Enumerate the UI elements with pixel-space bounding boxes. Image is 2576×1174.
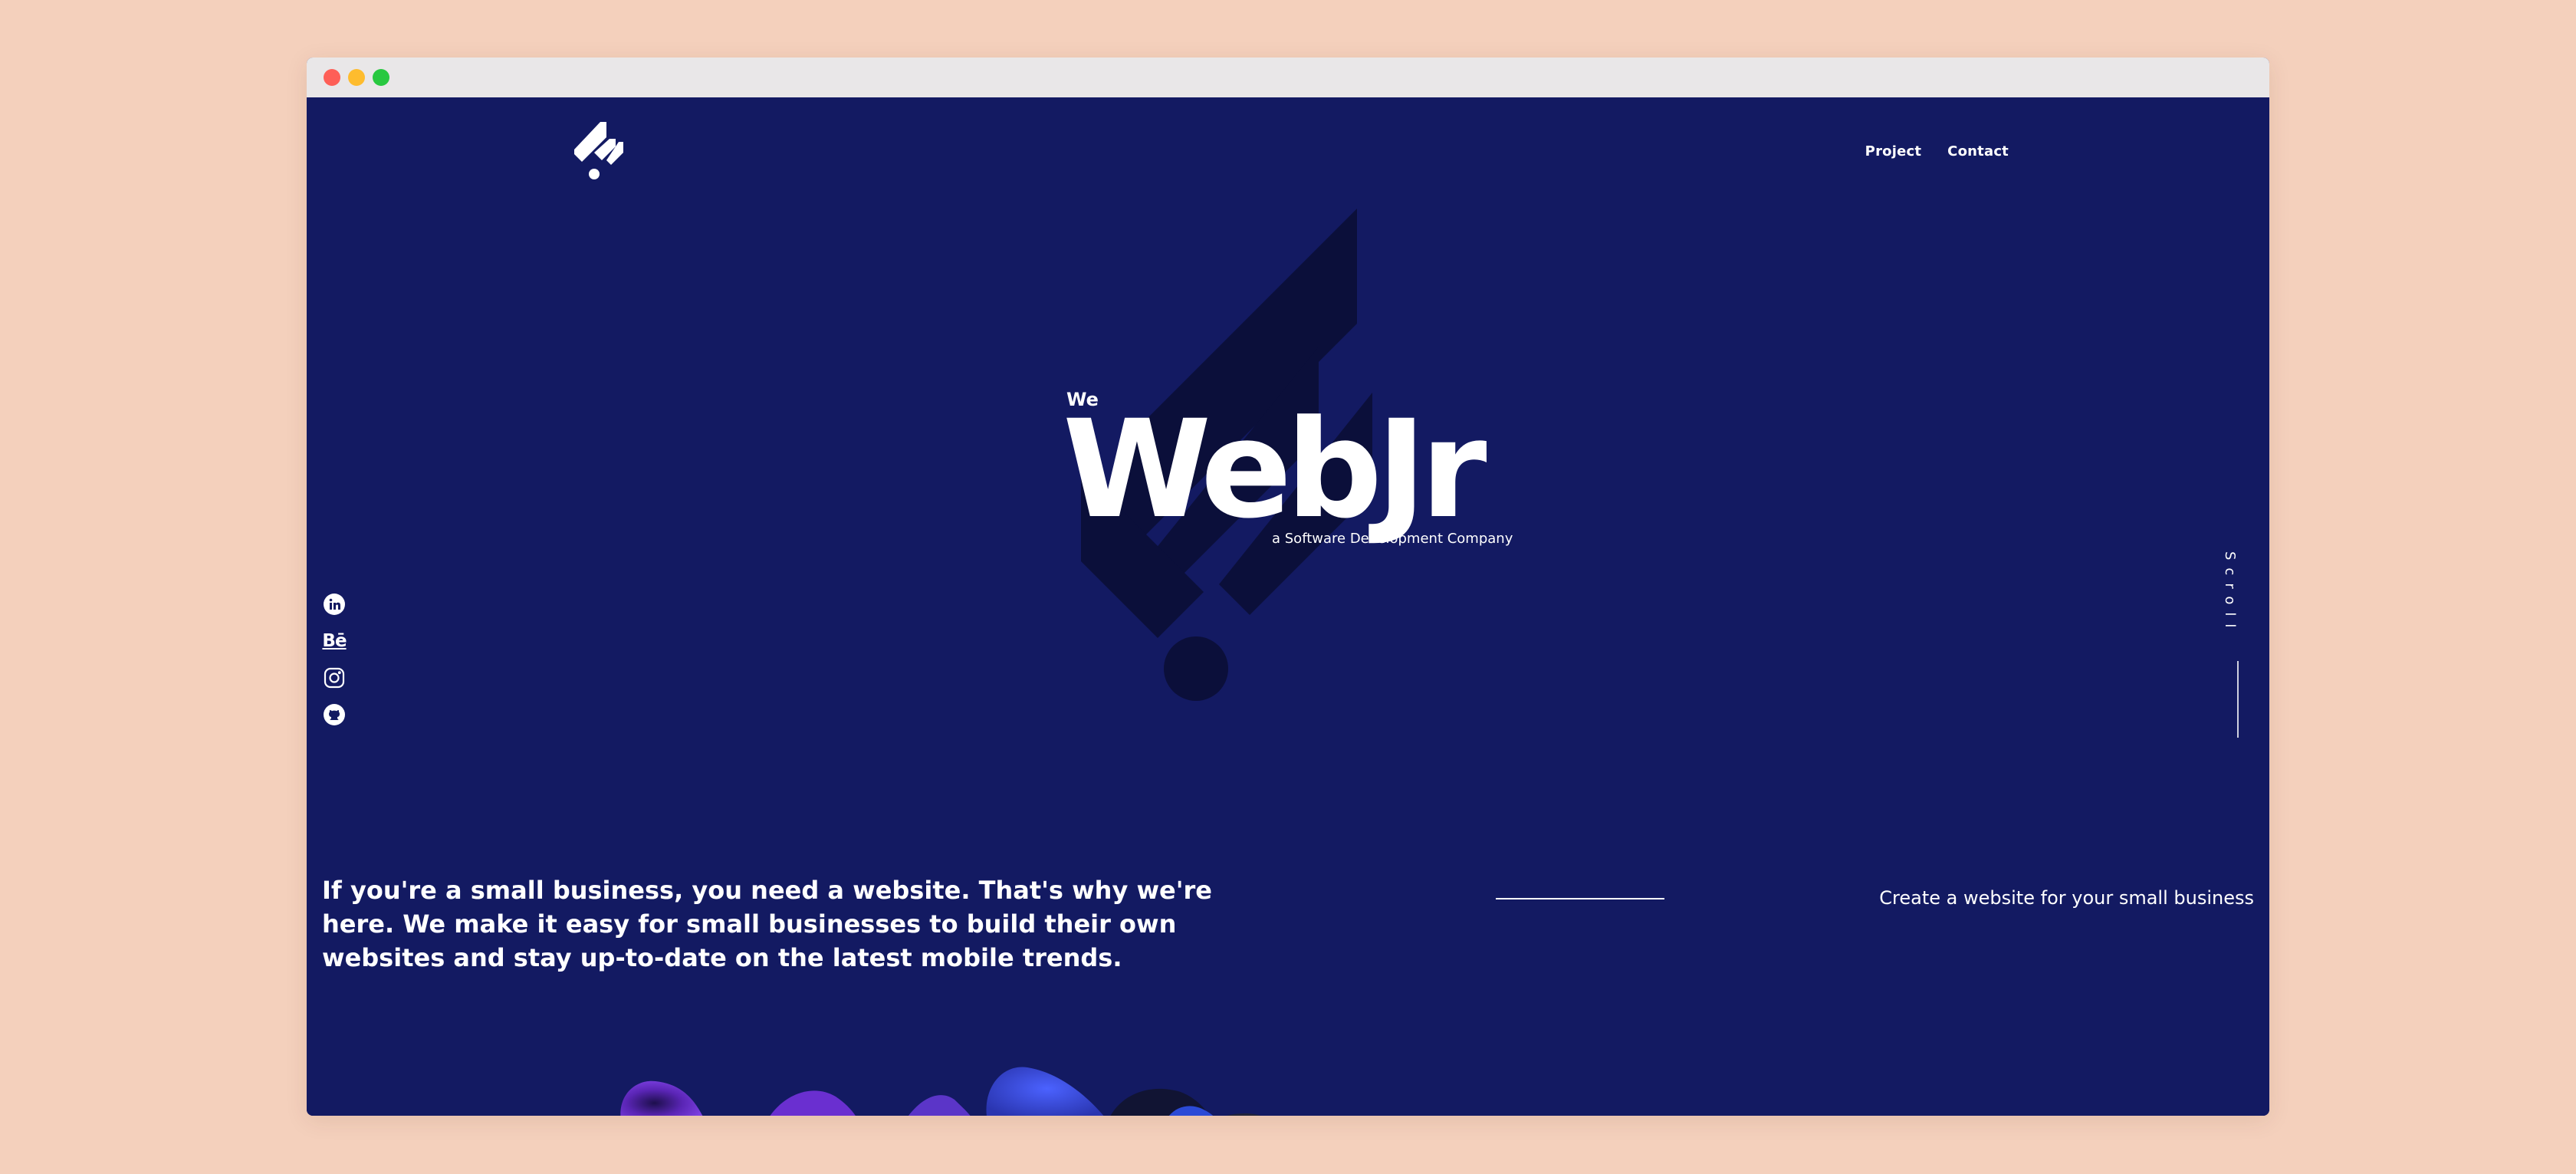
- top-nav: Project Contact: [1865, 143, 2009, 159]
- maximize-window-button[interactable]: [373, 69, 389, 86]
- nav-contact-link[interactable]: Contact: [1947, 143, 2009, 159]
- hero-title: WebJr: [1063, 391, 1487, 548]
- close-window-button[interactable]: [324, 69, 340, 86]
- social-links: Bē: [322, 592, 347, 727]
- landing-page: Project Contact We WebJr a Software Deve…: [307, 97, 2269, 1116]
- browser-window: Project Contact We WebJr a Software Deve…: [307, 58, 2269, 1116]
- intro-paragraph: If you're a small business, you need a w…: [322, 876, 1212, 972]
- cta-link[interactable]: Create a website for your small business: [1879, 887, 2254, 909]
- github-icon[interactable]: [322, 702, 347, 727]
- scroll-indicator-label[interactable]: Scroll: [2222, 551, 2238, 635]
- webjr-logo[interactable]: [571, 120, 625, 183]
- nav-project-link[interactable]: Project: [1865, 143, 1922, 159]
- instagram-icon[interactable]: [322, 666, 347, 690]
- decorative-blobs: [620, 1067, 1261, 1116]
- linkedin-icon[interactable]: [322, 592, 347, 617]
- scroll-indicator-line: [2237, 661, 2239, 738]
- hero-subtitle: a Software Development Company: [1272, 531, 1513, 547]
- behance-icon[interactable]: Bē: [322, 629, 347, 653]
- window-titlebar: [307, 58, 2269, 97]
- minimize-window-button[interactable]: [348, 69, 365, 86]
- cta-divider: [1496, 898, 1664, 899]
